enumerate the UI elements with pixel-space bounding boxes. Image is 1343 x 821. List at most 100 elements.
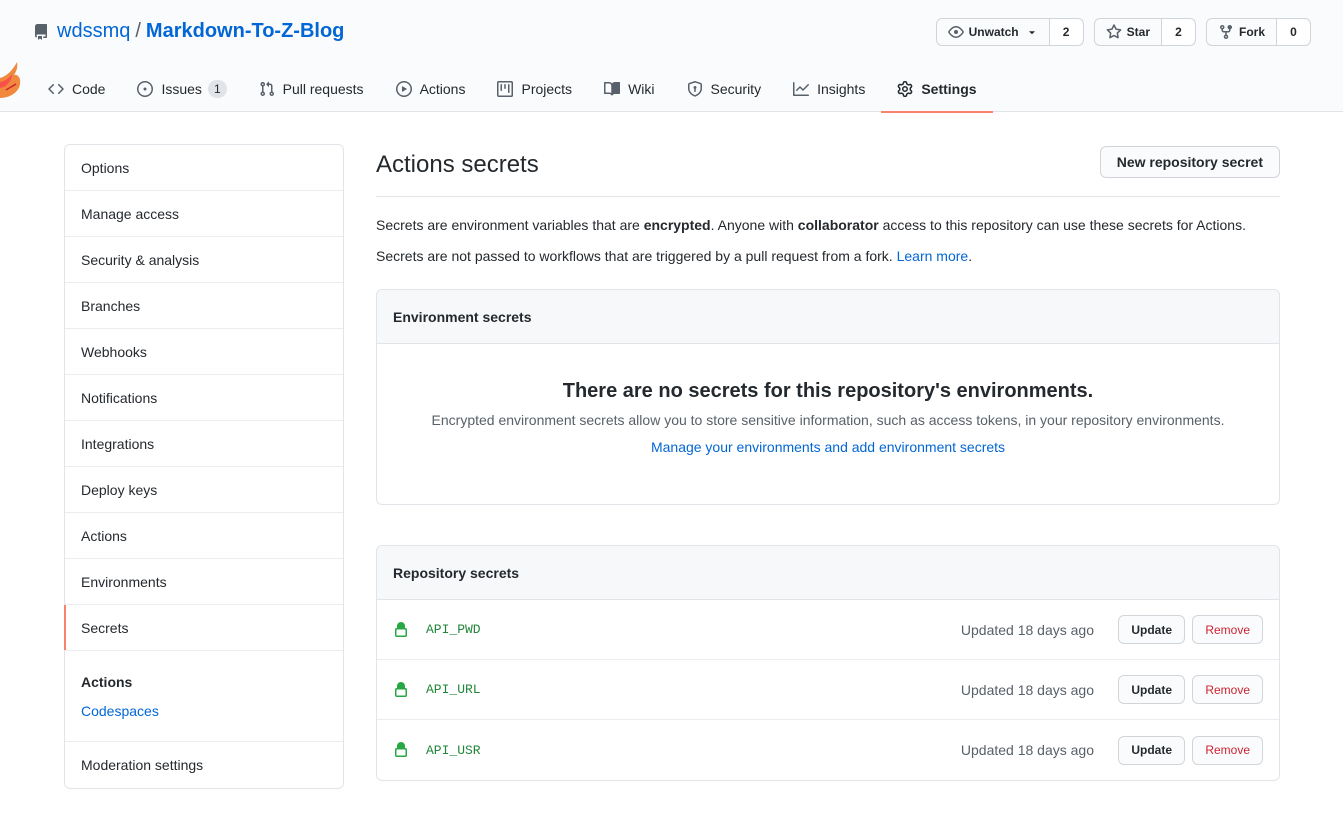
intro-text-1: Secrets are environment variables that a… [376,217,644,233]
tab-actions[interactable]: Actions [380,66,482,112]
tab-wiki[interactable]: Wiki [588,66,670,112]
repo-nav: Code Issues 1 Pull requests Actions Proj… [33,66,993,113]
play-icon [395,81,412,97]
update-secret-button[interactable]: Update [1118,735,1185,765]
tab-issues[interactable]: Issues 1 [121,66,242,112]
fork-count[interactable]: 0 [1277,18,1311,46]
eye-icon [947,26,964,38]
book-icon [604,81,621,96]
fork-group: Fork 0 [1205,18,1311,46]
repo-name-link[interactable]: Markdown-To-Z-Blog [146,20,344,43]
sidebar-item-security-analysis[interactable]: Security & analysis [65,237,343,283]
sidebar-item-deploy-keys[interactable]: Deploy keys [65,467,343,513]
intro-text-2: . Anyone with [710,217,798,233]
repository-secrets-header: Repository secrets [377,546,1279,600]
tab-projects[interactable]: Projects [481,66,588,112]
repo-separator: / [135,20,141,42]
manage-environments-link[interactable]: Manage your environments and add environ… [651,439,1005,455]
sidebar-item-actions[interactable]: Actions [65,513,343,559]
remove-secret-button[interactable]: Remove [1192,615,1263,644]
intro-encrypted: encrypted [643,217,711,233]
page-title: Actions secrets [376,151,539,178]
sidebar-item-manage-access[interactable]: Manage access [65,191,343,237]
environment-secrets-box: Environment secrets There are no secrets… [376,289,1280,505]
star-label: Star [1126,25,1150,39]
sidebar-item-webhooks[interactable]: Webhooks [65,329,343,375]
secret-row: API_URL Updated 18 days ago Update Remov… [377,660,1279,720]
unwatch-label: Unwatch [968,25,1019,39]
fork-label: Fork [1238,25,1265,39]
tab-security[interactable]: Security [671,66,778,112]
learn-more-link[interactable]: Learn more [897,248,969,264]
secret-row: API_USR Updated 18 days ago Update Remov… [377,720,1279,780]
sidebar-item-integrations[interactable]: Integrations [65,421,343,467]
intro-collaborator: collaborator [797,217,879,233]
tab-insights[interactable]: Insights [777,66,881,112]
repo-header: wdssmq / Markdown-To-Z-Blog Unwatch 2 St… [0,0,1343,113]
environment-secrets-header: Environment secrets [377,290,1279,344]
tab-wiki-label: Wiki [628,81,655,97]
tab-issues-label: Issues [161,81,202,97]
sidebar-section-heading: Actions [81,674,133,690]
secret-name: API_USR [426,742,481,758]
repo-actions: Unwatch 2 Star 2 Fork 0 [926,18,1311,46]
watch-group: Unwatch 2 [935,18,1084,46]
sidebar-item-options[interactable]: Options [65,145,343,191]
fork-button[interactable]: Fork [1205,18,1277,46]
sidebar-item-moderation-settings[interactable]: Moderation settings [65,742,343,788]
star-icon [1106,24,1122,39]
code-icon [48,83,64,95]
star-group: Star 2 [1093,18,1196,46]
star-count[interactable]: 2 [1161,18,1196,46]
tab-projects-label: Projects [521,81,573,97]
sidebar-item-secrets[interactable]: Secrets [64,605,343,651]
repo-icon [35,23,47,40]
sidebar-section-actions: Actions Codespaces [65,651,343,742]
tab-settings[interactable]: Settings [881,66,993,113]
tab-code-label: Code [72,81,106,97]
star-button[interactable]: Star [1093,18,1162,46]
shield-icon [687,81,702,97]
settings-sidebar: Options Manage access Security & analysi… [64,144,344,789]
lock-icon [395,742,407,757]
secrets-description: Secrets are environment variables that a… [376,215,1280,235]
repo-title: wdssmq / Markdown-To-Z-Blog [33,20,344,43]
sidebar-item-codespaces[interactable]: Codespaces [81,702,327,720]
intro-text-3: access to this repository can use these … [878,217,1246,233]
update-secret-button[interactable]: Update [1118,615,1185,644]
sidebar-item-branches[interactable]: Branches [65,283,343,329]
blankslate-title: There are no secrets for this repository… [562,380,1094,402]
sidebar-item-notifications[interactable]: Notifications [65,375,343,421]
tab-code[interactable]: Code [33,66,121,112]
fork-note-text: Secrets are not passed to workflows that… [376,248,897,264]
pull-request-icon [260,81,274,97]
mascot-octocat-icon [0,62,21,98]
main-content: Actions secrets New repository secret Se… [376,144,1280,781]
new-repository-secret-button[interactable]: New repository secret [1099,146,1280,178]
secret-updated: Updated 18 days ago [960,681,1094,698]
remove-secret-button[interactable]: Remove [1192,675,1263,704]
issue-icon [137,81,154,97]
gear-icon [897,81,913,97]
update-secret-button[interactable]: Update [1118,675,1185,704]
repository-secrets-box: Repository secrets API_PWD Updated 18 da… [376,545,1280,781]
lock-icon [395,681,407,697]
environment-blankslate: There are no secrets for this repository… [377,344,1279,455]
lock-icon [395,621,407,637]
tab-actions-label: Actions [419,81,466,97]
watch-count[interactable]: 2 [1049,18,1084,46]
unwatch-button[interactable]: Unwatch [935,18,1050,46]
caret-down-icon [1028,31,1035,35]
sidebar-item-environments[interactable]: Environments [65,559,343,605]
issues-counter: 1 [207,80,227,98]
remove-secret-button[interactable]: Remove [1192,735,1263,765]
tab-settings-label: Settings [921,81,977,97]
fork-icon [1219,25,1232,40]
tab-pull-requests[interactable]: Pull requests [243,66,380,112]
secret-row: API_PWD Updated 18 days ago Update Remov… [377,600,1279,660]
project-icon [497,81,514,97]
fork-note: Secrets are not passed to workflows that… [376,246,1280,266]
secret-updated: Updated 18 days ago [960,742,1094,758]
tab-security-label: Security [710,81,762,97]
repo-owner-link[interactable]: wdssmq [57,20,130,43]
